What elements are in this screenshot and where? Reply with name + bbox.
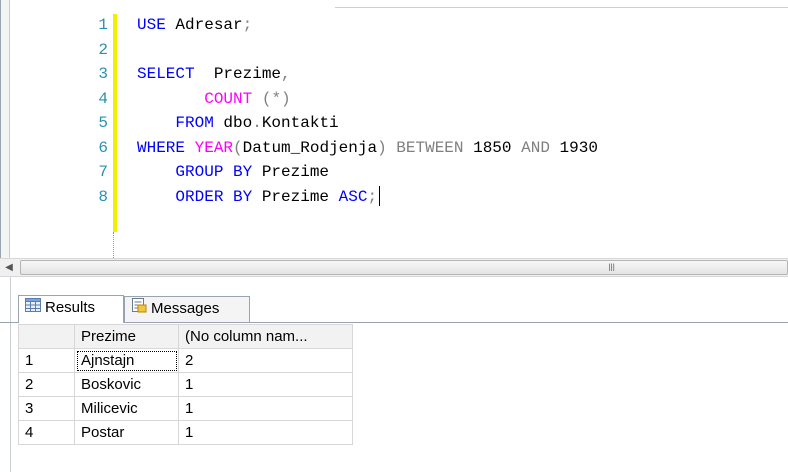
code-line[interactable]: 4 COUNT (*) [0,87,788,111]
line-number: 5 [98,114,108,132]
code-text[interactable]: ORDER BY Prezime ASC; [137,185,381,209]
results-grid[interactable]: Prezime (No column nam... 1 Ajnstajn 2 2… [18,324,353,445]
code-line[interactable]: 1 USE Adresar; [0,13,788,37]
line-number: 7 [98,163,108,181]
line-number: 3 [98,65,108,83]
scrollbar-grip: III [608,262,615,274]
line-number: 8 [98,187,108,206]
editor-horizontal-scrollbar[interactable]: ◀ III [0,258,788,277]
table-row[interactable]: 3 Milicevic 1 [18,396,353,421]
tab-results[interactable]: Results [18,295,124,323]
row-number[interactable]: 1 [18,348,75,373]
code-line[interactable]: 3 SELECT Prezime, [0,62,788,86]
code-line[interactable]: 6 WHERE YEAR(Datum_Rodjenja) BETWEEN 1850… [0,136,788,160]
table-row[interactable]: 4 Postar 1 [18,420,353,445]
tab-results-label: Results [45,299,96,316]
table-row[interactable]: 1 Ajnstajn 2 [18,348,353,373]
line-number: 2 [98,40,108,59]
cell-prezime[interactable]: Milicevic [74,396,179,421]
scrollbar-thumb[interactable]: III [20,260,788,275]
cell-count[interactable]: 1 [178,420,353,445]
editor-top-divider [335,7,788,8]
code-text[interactable]: USE Adresar; [137,13,252,37]
cell-count[interactable]: 2 [178,348,353,373]
cell-prezime[interactable]: Ajnstajn [74,348,179,373]
tabs-left-edge [10,277,11,324]
code-text[interactable]: COUNT (*) [137,87,290,111]
line-number: 4 [98,89,108,108]
results-tabs: Results Messages [0,277,788,324]
text-caret [379,186,381,207]
table-row[interactable]: 2 Boskovic 1 [18,372,353,397]
cell-count[interactable]: 1 [178,396,353,421]
line-number: 6 [98,138,108,157]
code-text[interactable]: GROUP BY Prezime [137,160,329,184]
scroll-left-arrow-icon[interactable]: ◀ [0,259,18,276]
cell-prezime[interactable]: Postar [74,420,179,445]
tab-messages-label: Messages [151,300,220,317]
grid-corner-cell[interactable] [18,324,75,349]
cell-count[interactable]: 1 [178,372,353,397]
query-editor[interactable]: 1 USE Adresar; 2 3 SELECT Prezime, 4 COUNT (*… [0,0,788,258]
code-text[interactable]: FROM dbo.Kontakti [137,111,338,135]
grid-left-border [10,324,18,472]
code-text[interactable]: WHERE YEAR(Datum_Rodjenja) BETWEEN 1850 … [137,136,598,160]
code-line[interactable]: 2 [0,38,788,62]
code-line[interactable]: 8 ORDER BY Prezime ASC; [0,185,788,209]
row-number[interactable]: 4 [18,420,75,445]
tab-messages[interactable]: Messages [124,296,250,322]
line-number: 1 [98,16,108,34]
results-pane: Results Messages Prezime (No column nam.… [0,277,788,472]
code-line[interactable]: 5 FROM dbo.Kontakti [0,111,788,135]
cell-prezime[interactable]: Boskovic [74,372,179,397]
messages-icon [131,297,147,321]
grid-header-row: Prezime (No column nam... [18,324,353,349]
row-number[interactable]: 2 [18,372,75,397]
column-header-prezime[interactable]: Prezime [74,324,179,349]
code-text[interactable]: SELECT Prezime, [137,62,291,86]
row-number[interactable]: 3 [18,396,75,421]
column-header-count[interactable]: (No column nam... [178,324,353,349]
grid-icon [25,296,41,320]
code-line[interactable]: 7 GROUP BY Prezime [0,160,788,184]
gutter-dotted-line [113,232,115,258]
